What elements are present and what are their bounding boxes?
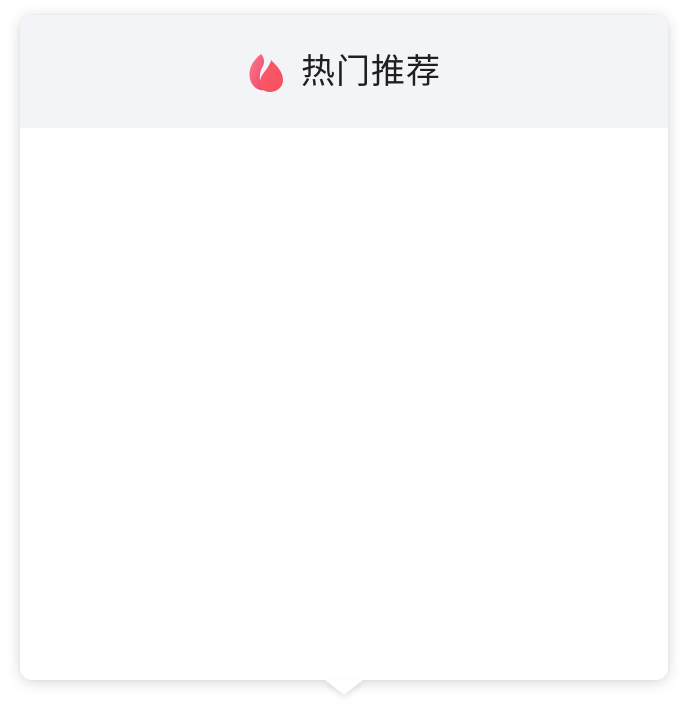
popover-body (20, 128, 668, 680)
popover-title: 热门推荐 (301, 51, 441, 92)
hot-recommendations-popover: 热门推荐 (20, 15, 668, 680)
flame-icon (249, 53, 283, 92)
popover-arrow (324, 679, 364, 695)
header-content: 热门推荐 (247, 52, 441, 92)
popover-header: 热门推荐 (20, 15, 668, 128)
